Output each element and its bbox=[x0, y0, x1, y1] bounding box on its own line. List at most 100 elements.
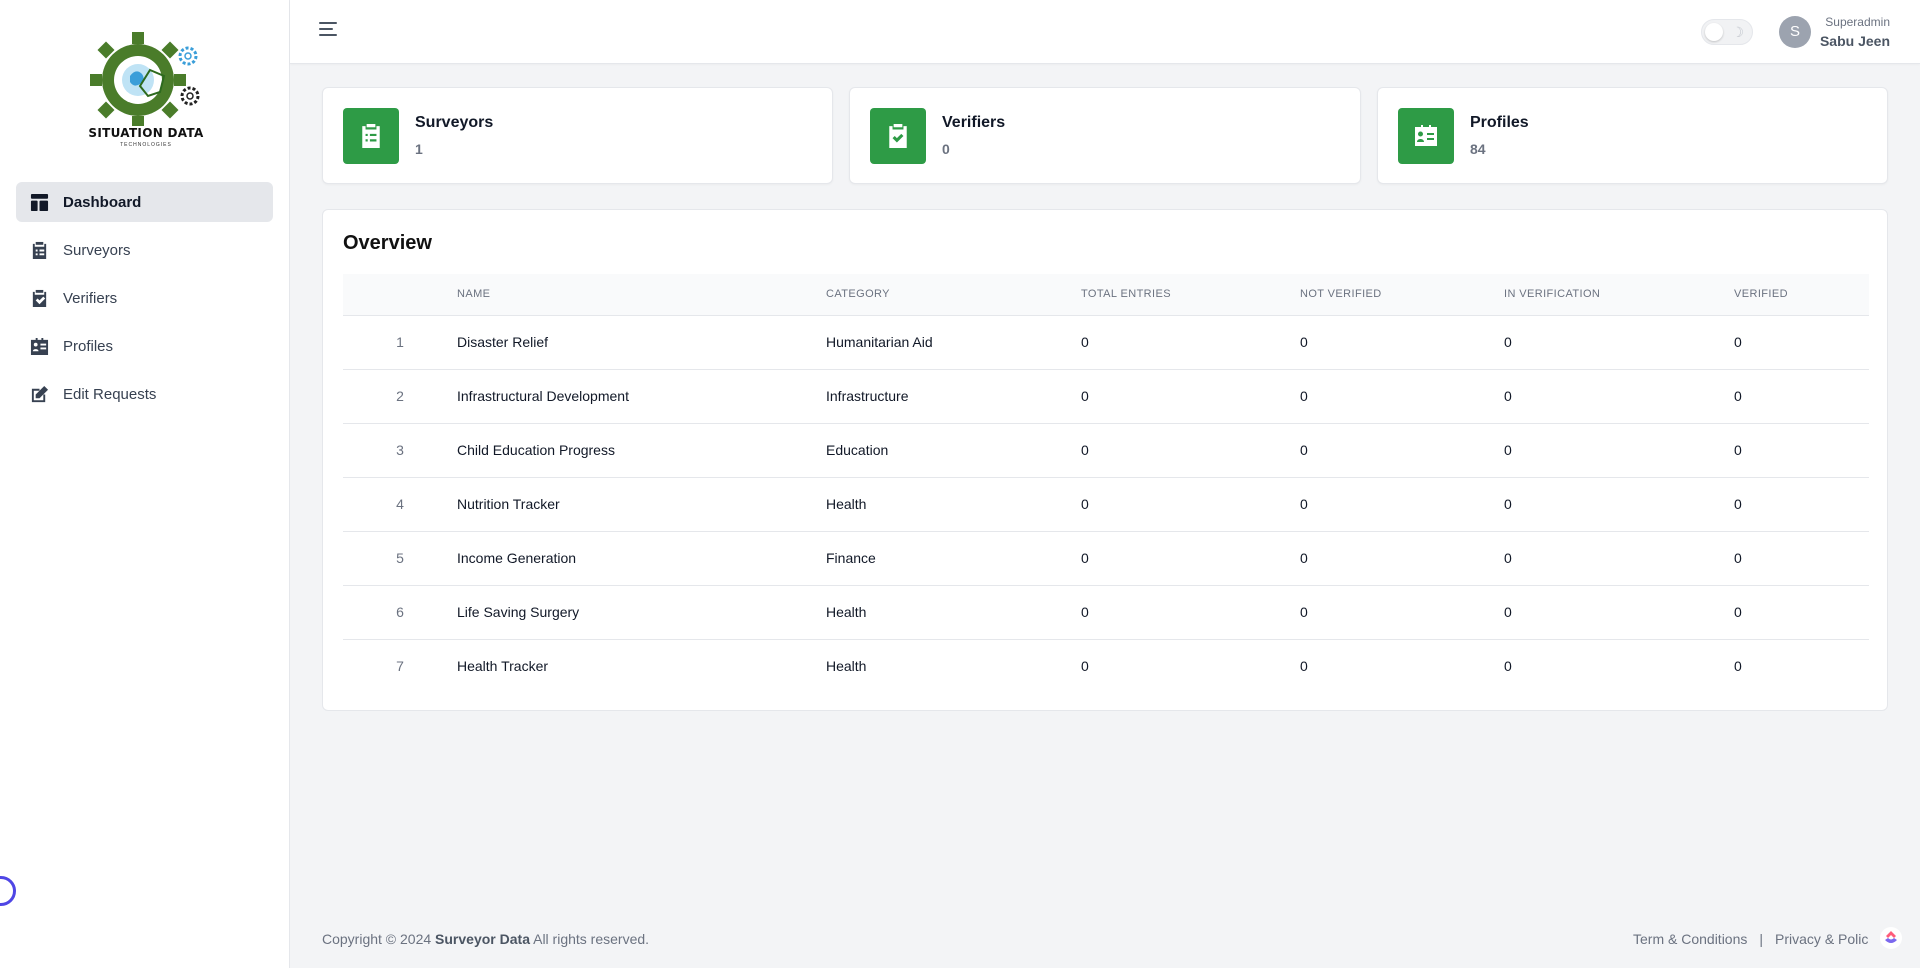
floating-widget-button[interactable] bbox=[0, 876, 16, 906]
table-row[interactable]: 3 Child Education Progress Education 0 0… bbox=[343, 422, 1869, 477]
row-name: Health Tracker bbox=[457, 638, 826, 693]
table-row[interactable]: 2 Infrastructural Development Infrastruc… bbox=[343, 368, 1869, 423]
row-verified: 0 bbox=[1734, 368, 1869, 423]
clipboard-check-icon bbox=[29, 288, 49, 308]
hamburger-line bbox=[319, 28, 333, 30]
row-total-entries: 0 bbox=[1081, 584, 1300, 639]
situation-data-logo[interactable]: SITUATION DATA TECHNOLOGIES bbox=[86, 30, 206, 152]
table-row[interactable]: 6 Life Saving Surgery Health 0 0 0 0 bbox=[343, 584, 1869, 639]
top-header: ☽ S Superadmin Sabu Jeen bbox=[290, 0, 1920, 64]
row-category: Finance bbox=[826, 530, 1081, 585]
sidebar-item-label: Edit Requests bbox=[63, 385, 157, 403]
column-header-category[interactable]: CATEGORY bbox=[826, 274, 1081, 316]
dark-mode-toggle[interactable]: ☽ bbox=[1701, 19, 1753, 45]
avatar[interactable]: S bbox=[1779, 16, 1811, 48]
sidebar: SITUATION DATA TECHNOLOGIES Dashboard Su… bbox=[0, 0, 290, 968]
row-name: Child Education Progress bbox=[457, 422, 826, 477]
row-name: Life Saving Surgery bbox=[457, 584, 826, 639]
table-row[interactable]: 4 Nutrition Tracker Health 0 0 0 0 bbox=[343, 476, 1869, 531]
sidebar-item-label: Profiles bbox=[63, 337, 114, 355]
copyright-suffix: All rights reserved. bbox=[533, 931, 650, 947]
table-row[interactable]: 1 Disaster Relief Humanitarian Aid 0 0 0… bbox=[343, 314, 1869, 369]
row-in-verification: 0 bbox=[1504, 638, 1734, 693]
row-total-entries: 0 bbox=[1081, 368, 1300, 423]
sidebar-item-surveyors[interactable]: Surveyors bbox=[16, 230, 273, 270]
toggle-knob bbox=[1705, 23, 1723, 41]
row-not-verified: 0 bbox=[1300, 476, 1504, 531]
overview-table: NAME CATEGORY TOTAL ENTRIES NOT VERIFIED… bbox=[343, 274, 1869, 693]
menu-toggle-button[interactable] bbox=[319, 22, 341, 40]
user-name[interactable]: Sabu Jeen bbox=[1820, 33, 1890, 49]
sidebar-item-dashboard[interactable]: Dashboard bbox=[16, 182, 273, 222]
row-category: Health bbox=[826, 584, 1081, 639]
row-total-entries: 0 bbox=[1081, 530, 1300, 585]
privacy-link[interactable]: Privacy & Polic bbox=[1775, 931, 1868, 947]
column-header-verified[interactable]: VERIFIED bbox=[1734, 274, 1869, 316]
user-role: Superadmin bbox=[1825, 15, 1890, 29]
row-category: Infrastructure bbox=[826, 368, 1081, 423]
column-header-in-verification[interactable]: IN VERIFICATION bbox=[1504, 274, 1734, 316]
stat-card-verifiers[interactable]: Verifiers 0 bbox=[849, 87, 1361, 184]
footer-links: Term & Conditions | Privacy & Polic bbox=[1633, 931, 1883, 951]
row-index: 6 bbox=[343, 584, 457, 639]
column-header-index bbox=[343, 274, 457, 316]
row-index: 2 bbox=[343, 368, 457, 423]
row-in-verification: 0 bbox=[1504, 422, 1734, 477]
sidebar-item-label: Surveyors bbox=[63, 241, 131, 259]
clipboard-list-icon bbox=[29, 240, 49, 260]
row-verified: 0 bbox=[1734, 584, 1869, 639]
row-category: Humanitarian Aid bbox=[826, 314, 1081, 369]
row-verified: 0 bbox=[1734, 314, 1869, 369]
row-name: Disaster Relief bbox=[457, 314, 826, 369]
sidebar-item-label: Verifiers bbox=[63, 289, 118, 307]
hamburger-line bbox=[319, 22, 337, 24]
clickup-badge-icon[interactable] bbox=[1880, 927, 1902, 949]
id-card-icon bbox=[1398, 108, 1454, 164]
stat-value: 84 bbox=[1470, 141, 1486, 157]
stat-title: Profiles bbox=[1470, 114, 1529, 131]
column-header-total-entries[interactable]: TOTAL ENTRIES bbox=[1081, 274, 1300, 316]
table-header-row: NAME CATEGORY TOTAL ENTRIES NOT VERIFIED… bbox=[343, 274, 1869, 316]
row-index: 5 bbox=[343, 530, 457, 585]
sidebar-item-verifiers[interactable]: Verifiers bbox=[16, 278, 273, 318]
hamburger-line bbox=[319, 34, 337, 36]
row-category: Health bbox=[826, 638, 1081, 693]
logo-subtext: TECHNOLOGIES bbox=[120, 142, 172, 148]
sidebar-item-edit-requests[interactable]: Edit Requests bbox=[16, 374, 273, 414]
row-not-verified: 0 bbox=[1300, 422, 1504, 477]
sidebar-nav: Dashboard Surveyors Verifiers Profiles E… bbox=[16, 182, 273, 422]
terms-link[interactable]: Term & Conditions bbox=[1633, 931, 1747, 947]
row-verified: 0 bbox=[1734, 476, 1869, 531]
table-row[interactable]: 7 Health Tracker Health 0 0 0 0 bbox=[343, 638, 1869, 693]
row-total-entries: 0 bbox=[1081, 314, 1300, 369]
moon-icon: ☽ bbox=[1731, 24, 1744, 40]
row-verified: 0 bbox=[1734, 530, 1869, 585]
overview-title: Overview bbox=[343, 232, 432, 254]
footer-separator: | bbox=[1759, 931, 1764, 947]
stat-title: Surveyors bbox=[415, 114, 494, 131]
row-not-verified: 0 bbox=[1300, 314, 1504, 369]
row-name: Nutrition Tracker bbox=[457, 476, 826, 531]
row-index: 4 bbox=[343, 476, 457, 531]
row-in-verification: 0 bbox=[1504, 584, 1734, 639]
sidebar-item-profiles[interactable]: Profiles bbox=[16, 326, 273, 366]
column-header-name[interactable]: NAME bbox=[457, 274, 826, 316]
stat-title: Verifiers bbox=[942, 114, 1006, 131]
row-not-verified: 0 bbox=[1300, 530, 1504, 585]
id-card-icon bbox=[29, 336, 49, 356]
clipboard-check-icon bbox=[870, 108, 926, 164]
row-in-verification: 0 bbox=[1504, 476, 1734, 531]
row-total-entries: 0 bbox=[1081, 476, 1300, 531]
stat-card-surveyors[interactable]: Surveyors 1 bbox=[322, 87, 833, 184]
stat-card-profiles[interactable]: Profiles 84 bbox=[1377, 87, 1888, 184]
stat-value: 0 bbox=[942, 141, 950, 157]
sidebar-item-label: Dashboard bbox=[63, 193, 142, 211]
row-not-verified: 0 bbox=[1300, 584, 1504, 639]
row-in-verification: 0 bbox=[1504, 368, 1734, 423]
column-header-not-verified[interactable]: NOT VERIFIED bbox=[1300, 274, 1504, 316]
copyright-prefix: Copyright © 2024 bbox=[322, 931, 432, 947]
logo-text: SITUATION DATA bbox=[88, 126, 204, 140]
footer-brand: Surveyor Data bbox=[435, 931, 530, 947]
table-row[interactable]: 5 Income Generation Finance 0 0 0 0 bbox=[343, 530, 1869, 585]
row-index: 3 bbox=[343, 422, 457, 477]
